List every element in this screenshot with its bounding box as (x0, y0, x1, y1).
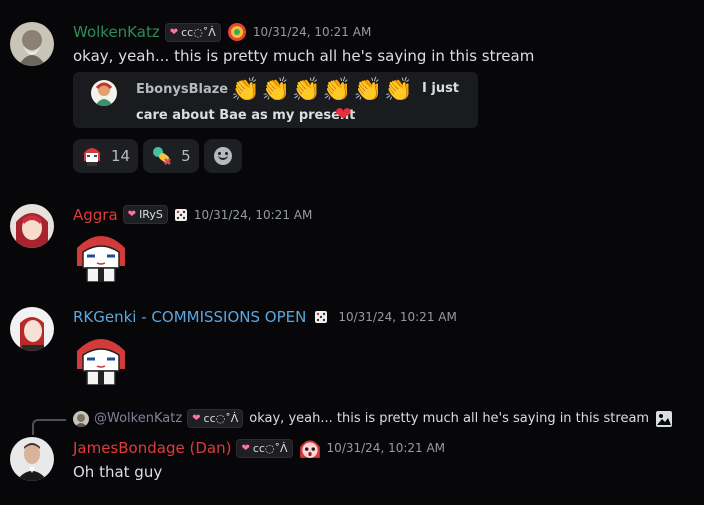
server-tag[interactable]: ❤ cc◌˚ᐲ (164, 22, 221, 42)
clapping-hands-icon: 👏👏👏👏👏👏 (231, 77, 415, 103)
pill-emoji-icon (153, 147, 171, 165)
message-rkgenki: RKGenki - COMMISSIONS OPEN 10/31/24, 10:… (0, 305, 704, 390)
chibi-sticker-image[interactable] (73, 329, 129, 385)
reply-text: okay, yeah... this is pretty much all he… (249, 411, 650, 426)
dice-icon (174, 208, 187, 221)
reply-mention[interactable]: @WolkenKatz (94, 411, 182, 426)
avatar[interactable] (10, 437, 54, 481)
timestamp: 10/31/24, 10:21 AM (326, 441, 446, 455)
message-aggra: Aggra ❤ IRyS 10/31/24, 10:21 AM (0, 200, 704, 285)
server-tag: ❤ cc◌˚ᐲ (187, 409, 244, 428)
server-tag-label: cc◌˚ᐲ (181, 25, 216, 39)
timestamp: 10/31/24, 10:21 AM (252, 25, 372, 39)
server-tag[interactable]: ❤ IRyS (122, 205, 168, 224)
reply-avatar (73, 410, 89, 427)
message-text: Oh that guy (73, 463, 163, 481)
timestamp: 10/31/24, 10:21 AM (338, 310, 457, 324)
heart-icon: ❤ (241, 442, 250, 454)
chibi-sticker-image[interactable] (73, 226, 129, 282)
shocked-chibi-icon (299, 440, 320, 458)
reaction-pill[interactable]: 5 (143, 139, 199, 173)
reaction-count: 5 (181, 147, 191, 165)
heart-icon: ❤ (127, 209, 137, 220)
avatar[interactable] (10, 204, 54, 248)
embed-text-line1: I just (422, 81, 460, 96)
reply-preview[interactable]: @WolkenKatz ❤ cc◌˚ᐲ okay, yeah... this is… (73, 409, 673, 428)
chibi-sticker-icon (84, 148, 100, 166)
server-tag-label: cc◌˚ᐲ (252, 441, 288, 455)
server-tag-label: IRyS (139, 208, 163, 221)
reaction-chibi[interactable]: 14 (73, 139, 139, 173)
message-jamesbondage: JamesBondage (Dan) ❤ cc◌˚ᐲ 10/31/24, 10:2… (0, 435, 704, 500)
reaction-count: 14 (111, 147, 131, 165)
message-wolkenkatz: WolkenKatz ❤ cc◌˚ᐲ 10/31/24, 10:21 AM oka… (0, 0, 704, 180)
message-header: WolkenKatz ❤ cc◌˚ᐲ 10/31/24, 10:21 AM (73, 22, 371, 42)
avatar[interactable] (10, 22, 54, 66)
reply-spine (32, 419, 66, 435)
smiley-icon (213, 147, 232, 165)
reactions-bar: 14 5 (73, 139, 242, 173)
username[interactable]: Aggra (73, 206, 118, 224)
embed-author-avatar (91, 80, 117, 106)
heart-icon: ❤ (192, 413, 201, 424)
red-heart-icon: ❤ (335, 102, 352, 126)
username[interactable]: RKGenki - COMMISSIONS OPEN (73, 308, 306, 326)
server-tag[interactable]: ❤ cc◌˚ᐲ (236, 438, 293, 458)
username[interactable]: JamesBondage (Dan) (73, 439, 231, 457)
message-header: Aggra ❤ IRyS 10/31/24, 10:21 AM (73, 205, 312, 224)
forwarded-message-embed[interactable]: EbonysBlaze 👏👏👏👏👏👏 I just care about Bae… (73, 72, 478, 128)
heart-icon: ❤ (169, 26, 179, 38)
message-header: RKGenki - COMMISSIONS OPEN 10/31/24, 10:… (73, 308, 457, 326)
username[interactable]: WolkenKatz (73, 23, 160, 41)
add-reaction-button[interactable] (203, 139, 242, 173)
embed-text-line2: care about Bae as my present (136, 108, 356, 123)
server-tag-label: cc◌˚ᐲ (203, 412, 239, 425)
dice-icon (315, 311, 328, 323)
message-header: JamesBondage (Dan) ❤ cc◌˚ᐲ 10/31/24, 10:2… (73, 436, 445, 460)
timestamp: 10/31/24, 10:21 AM (193, 207, 313, 222)
badge-emoji-icon (227, 23, 246, 41)
message-text: okay, yeah... this is pretty much all he… (73, 47, 535, 65)
image-icon (656, 410, 673, 427)
embed-author-name: EbonysBlaze (136, 82, 229, 97)
avatar[interactable] (10, 307, 54, 351)
